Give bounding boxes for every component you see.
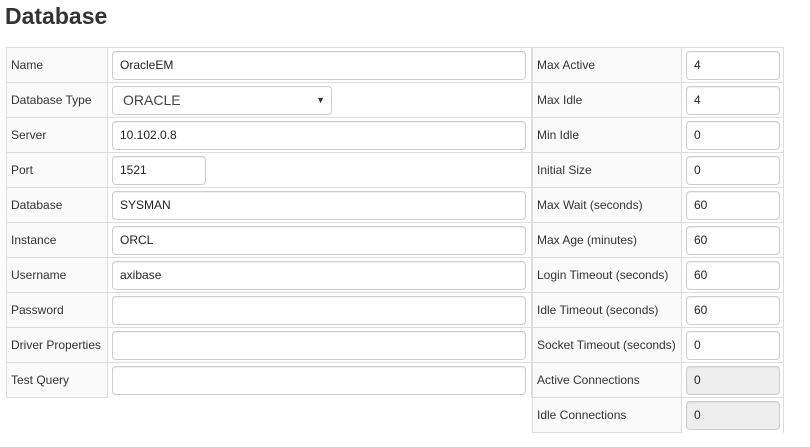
max-wait-label: Max Wait (seconds): [537, 198, 643, 212]
password-label: Password: [11, 303, 64, 317]
test-query-label: Test Query: [11, 373, 70, 387]
max-age-row: Max Age (minutes) 60: [533, 223, 783, 258]
database-type-selected-value: ORACLE: [123, 92, 181, 108]
login-timeout-label: Login Timeout (seconds): [537, 268, 669, 282]
port-input[interactable]: 1521: [112, 156, 206, 185]
username-label: Username: [11, 268, 67, 282]
min-idle-label: Min Idle: [537, 128, 580, 142]
max-idle-row: Max Idle 4: [533, 83, 783, 118]
chevron-down-icon: ▼: [316, 95, 325, 105]
max-wait-input[interactable]: 60: [686, 191, 780, 220]
database-input[interactable]: SYSMAN: [112, 191, 526, 220]
login-timeout-input[interactable]: 60: [686, 261, 780, 290]
pool-settings-panel: Max Active 4 Max Idle 4 Min Idle 0 Initi…: [532, 47, 784, 433]
database-type-select[interactable]: ORACLE ▼: [112, 86, 332, 115]
initial-size-row: Initial Size 0: [533, 153, 783, 188]
idle-timeout-label: Idle Timeout (seconds): [537, 303, 659, 317]
socket-timeout-label: Socket Timeout (seconds): [537, 338, 676, 352]
database-row: Database SYSMAN: [7, 188, 531, 223]
driver-properties-row: Driver Properties: [7, 328, 531, 363]
max-age-input[interactable]: 60: [686, 226, 780, 255]
active-connections-label: Active Connections: [537, 373, 640, 387]
database-type-row: Database Type ORACLE ▼: [7, 83, 531, 118]
socket-timeout-row: Socket Timeout (seconds) 0: [533, 328, 783, 363]
active-connections-row: Active Connections 0: [533, 363, 783, 398]
name-input[interactable]: OracleEM: [112, 51, 526, 80]
active-connections-value: 0: [686, 366, 780, 395]
database-label: Database: [11, 198, 63, 212]
server-label: Server: [11, 128, 47, 142]
port-row: Port 1521: [7, 153, 531, 188]
instance-input[interactable]: ORCL: [112, 226, 526, 255]
database-type-label: Database Type: [11, 93, 92, 107]
max-active-input[interactable]: 4: [686, 51, 780, 80]
test-query-input[interactable]: [112, 366, 526, 395]
username-row: Username axibase: [7, 258, 531, 293]
page-title: Database: [5, 3, 108, 29]
name-row: Name OracleEM: [7, 48, 531, 83]
max-idle-label: Max Idle: [537, 93, 583, 107]
server-row: Server 10.102.0.8: [7, 118, 531, 153]
name-label: Name: [11, 58, 44, 72]
test-query-row: Test Query: [7, 363, 531, 398]
instance-row: Instance ORCL: [7, 223, 531, 258]
max-idle-input[interactable]: 4: [686, 86, 780, 115]
driver-properties-input[interactable]: [112, 331, 526, 360]
idle-connections-row: Idle Connections 0: [533, 398, 783, 433]
driver-properties-label: Driver Properties: [11, 338, 102, 352]
max-age-label: Max Age (minutes): [537, 233, 638, 247]
port-label: Port: [11, 163, 34, 177]
login-timeout-row: Login Timeout (seconds) 60: [533, 258, 783, 293]
max-active-label: Max Active: [537, 58, 596, 72]
initial-size-input[interactable]: 0: [686, 156, 780, 185]
password-row: Password: [7, 293, 531, 328]
idle-timeout-input[interactable]: 60: [686, 296, 780, 325]
connection-settings-panel: Name OracleEM Database Type ORACLE ▼ Ser…: [6, 47, 532, 398]
idle-connections-value: 0: [686, 401, 780, 430]
idle-connections-label: Idle Connections: [537, 408, 627, 422]
socket-timeout-input[interactable]: 0: [686, 331, 780, 360]
max-active-row: Max Active 4: [533, 48, 783, 83]
instance-label: Instance: [11, 233, 57, 247]
username-input[interactable]: axibase: [112, 261, 526, 290]
server-input[interactable]: 10.102.0.8: [112, 121, 526, 150]
initial-size-label: Initial Size: [537, 163, 592, 177]
max-wait-row: Max Wait (seconds) 60: [533, 188, 783, 223]
idle-timeout-row: Idle Timeout (seconds) 60: [533, 293, 783, 328]
min-idle-row: Min Idle 0: [533, 118, 783, 153]
password-input[interactable]: [112, 296, 526, 325]
min-idle-input[interactable]: 0: [686, 121, 780, 150]
